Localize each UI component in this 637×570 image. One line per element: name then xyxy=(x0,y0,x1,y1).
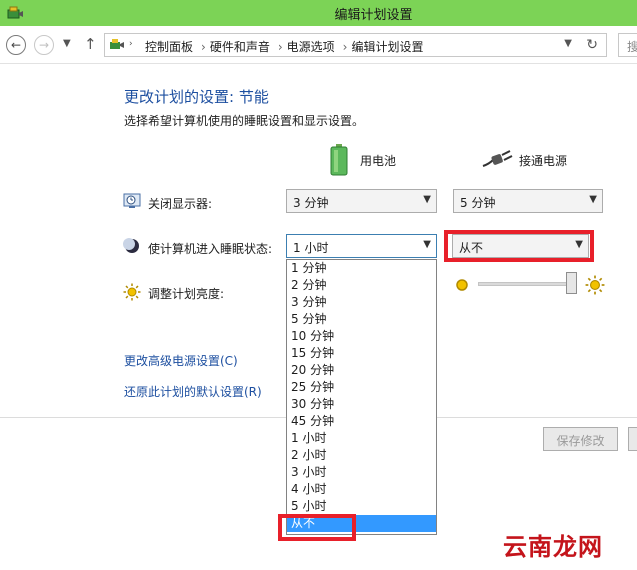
restore-defaults-link[interactable]: 还原此计划的默认设置(R) xyxy=(124,383,262,400)
watermark: 云南龙网 xyxy=(503,532,603,561)
breadcrumb-hardware-sound[interactable]: 硬件和声音 xyxy=(210,40,270,54)
chevron-down-icon: ▼ xyxy=(589,194,597,205)
breadcrumb-power-options[interactable]: 电源选项 xyxy=(287,40,335,54)
plugged-column-header: 接通电源 xyxy=(481,144,591,178)
sleep-label: 使计算机进入睡眠状态: xyxy=(148,242,273,256)
title-bar: 编辑计划设置 xyxy=(0,0,637,26)
search-input[interactable]: 搜 xyxy=(618,33,637,57)
chevron-down-icon: ▼ xyxy=(423,194,431,205)
forward-button[interactable]: → xyxy=(34,35,54,55)
sleep-battery-dropdown-list[interactable]: 1 分钟 2 分钟 3 分钟 5 分钟 10 分钟 15 分钟 20 分钟 25… xyxy=(286,259,437,535)
chevron-down-icon: ▼ xyxy=(423,239,431,250)
refresh-icon[interactable]: ↻ xyxy=(586,37,598,53)
plugged-label: 接通电源 xyxy=(519,154,568,168)
advanced-power-settings-link[interactable]: 更改高级电源设置(C) xyxy=(124,352,238,369)
brightness-sun-icon xyxy=(123,283,141,301)
breadcrumb-separator-icon[interactable]: › xyxy=(278,40,283,54)
dropdown-option[interactable]: 5 分钟 xyxy=(287,311,436,328)
breadcrumb-separator-icon[interactable]: › xyxy=(201,40,206,54)
annotation-highlight-box xyxy=(444,230,594,262)
dropdown-option[interactable]: 20 分钟 xyxy=(287,362,436,379)
brightness-label: 调整计划亮度: xyxy=(148,287,225,301)
dropdown-option[interactable]: 1 小时 xyxy=(287,430,436,447)
display-off-label: 关闭显示器: xyxy=(148,197,213,211)
back-button[interactable]: ← xyxy=(6,35,26,55)
dropdown-option[interactable]: 2 分钟 xyxy=(287,277,436,294)
page-subtitle: 选择希望计算机使用的睡眠设置和显示设置。 xyxy=(124,114,365,128)
dropdown-option[interactable]: 25 分钟 xyxy=(287,379,436,396)
window-title: 编辑计划设置 xyxy=(334,8,413,23)
brightness-low-icon xyxy=(456,279,468,291)
battery-column-header: 用电池 xyxy=(330,144,420,178)
dropdown-option[interactable]: 45 分钟 xyxy=(287,413,436,430)
breadcrumb-separator-icon[interactable]: › xyxy=(343,40,348,54)
brightness-high-icon xyxy=(585,275,605,295)
address-bar[interactable]: › 控制面板 › 硬件和声音 › 电源选项 › 编辑计划设置 ▼ ↻ xyxy=(104,33,607,57)
breadcrumb-chevron-icon: › xyxy=(129,39,133,49)
dropdown-option[interactable]: 4 小时 xyxy=(287,481,436,498)
battery-icon xyxy=(330,144,348,176)
save-changes-button[interactable]: 保存修改 xyxy=(543,427,618,451)
breadcrumb: 控制面板 › 硬件和声音 › 电源选项 › 编辑计划设置 xyxy=(145,38,428,55)
dropdown-option[interactable]: 30 分钟 xyxy=(287,396,436,413)
battery-label: 用电池 xyxy=(360,154,397,168)
dropdown-option[interactable]: 3 分钟 xyxy=(287,294,436,311)
breadcrumb-control-panel[interactable]: 控制面板 xyxy=(145,40,193,54)
moon-icon xyxy=(123,238,139,253)
power-plug-icon xyxy=(482,150,513,167)
cancel-button[interactable] xyxy=(628,427,637,451)
dropdown-option[interactable]: 3 小时 xyxy=(287,464,436,481)
annotation-highlight-box xyxy=(278,514,356,541)
address-dropdown-icon[interactable]: ▼ xyxy=(564,38,572,49)
dropdown-option[interactable]: 2 小时 xyxy=(287,447,436,464)
display-clock-icon xyxy=(123,193,141,208)
breadcrumb-edit-plan[interactable]: 编辑计划设置 xyxy=(351,40,423,54)
page-title: 更改计划的设置: 节能 xyxy=(124,88,269,106)
dropdown-option[interactable]: 15 分钟 xyxy=(287,345,436,362)
dropdown-option[interactable]: 1 分钟 xyxy=(287,260,436,277)
up-arrow-icon[interactable]: ↑ xyxy=(84,35,97,53)
brightness-slider-thumb[interactable] xyxy=(566,272,577,294)
display-battery-select[interactable]: 3 分钟 ▼ xyxy=(286,189,437,213)
recent-locations-icon[interactable]: ▼ xyxy=(63,38,71,49)
dropdown-option[interactable]: 10 分钟 xyxy=(287,328,436,345)
brightness-slider-track[interactable] xyxy=(478,282,576,286)
navigation-bar: ← → ▼ ↑ › 控制面板 › 硬件和声音 › 电源选项 › 编辑计划设置 ▼ ↻ 搜 xyxy=(0,26,637,64)
dropdown-option[interactable]: 5 小时 xyxy=(287,498,436,515)
control-panel-icon xyxy=(110,39,124,49)
sleep-battery-select[interactable]: 1 小时 ▼ xyxy=(286,234,437,258)
display-plugged-select[interactable]: 5 分钟 ▼ xyxy=(453,189,603,213)
